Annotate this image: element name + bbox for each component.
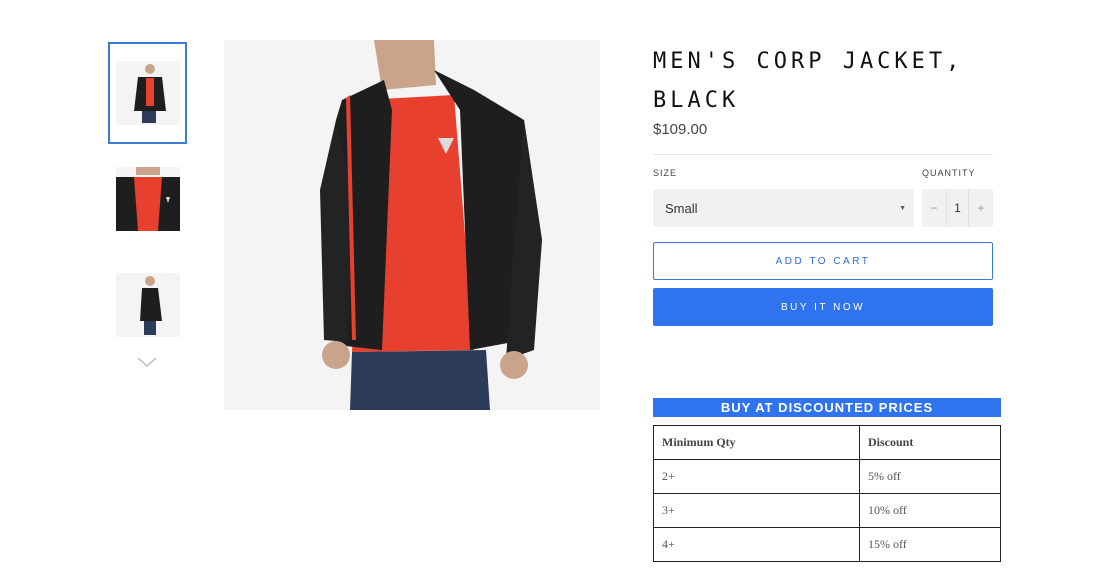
min-qty-cell: 2+ <box>653 459 860 494</box>
caret-down-icon: ▼ <box>899 205 906 212</box>
thumbnail-closeup[interactable] <box>108 148 187 250</box>
quantity-decrease-button[interactable]: − <box>922 189 946 227</box>
column-header: Minimum Qty <box>653 425 860 460</box>
table-row: 4+ 15% off <box>653 527 1001 562</box>
discount-cell: 10% off <box>859 493 1001 528</box>
thumbnail-image <box>115 273 180 337</box>
product-price: $109.00 <box>653 121 708 138</box>
thumbnail-image <box>115 61 180 125</box>
column-header: Discount <box>859 425 1001 460</box>
size-label: SIZE <box>653 168 678 178</box>
size-select-value: Small <box>665 200 698 216</box>
quantity-input[interactable]: 1 <box>946 189 969 227</box>
discount-cell: 15% off <box>859 527 1001 562</box>
discount-table: Minimum Qty Discount 2+ 5% off 3+ 10% of… <box>653 425 1001 562</box>
chevron-down-icon[interactable] <box>135 354 159 370</box>
table-header-row: Minimum Qty Discount <box>653 425 1001 460</box>
min-qty-cell: 3+ <box>653 493 860 528</box>
table-row: 3+ 10% off <box>653 493 1001 528</box>
table-row: 2+ 5% off <box>653 459 1001 494</box>
add-to-cart-button[interactable]: ADD TO CART <box>653 242 993 280</box>
quantity-stepper[interactable]: − 1 + <box>922 189 993 227</box>
product-title: MEN'S CORP JACKET, BLACK <box>653 49 964 113</box>
discount-header: BUY AT DISCOUNTED PRICES <box>653 398 1001 417</box>
min-qty-cell: 4+ <box>653 527 860 562</box>
buy-now-button[interactable]: BUY IT NOW <box>653 288 993 326</box>
quantity-increase-button[interactable]: + <box>969 189 993 227</box>
quantity-label: QUANTITY <box>922 168 976 178</box>
thumbnail-image <box>115 167 180 231</box>
size-select[interactable]: Small ▼ <box>653 189 914 227</box>
discount-cell: 5% off <box>859 459 1001 494</box>
divider <box>653 154 993 155</box>
thumbnail-side[interactable] <box>108 254 187 356</box>
main-product-image <box>224 40 600 410</box>
thumbnail-front[interactable] <box>108 42 187 144</box>
